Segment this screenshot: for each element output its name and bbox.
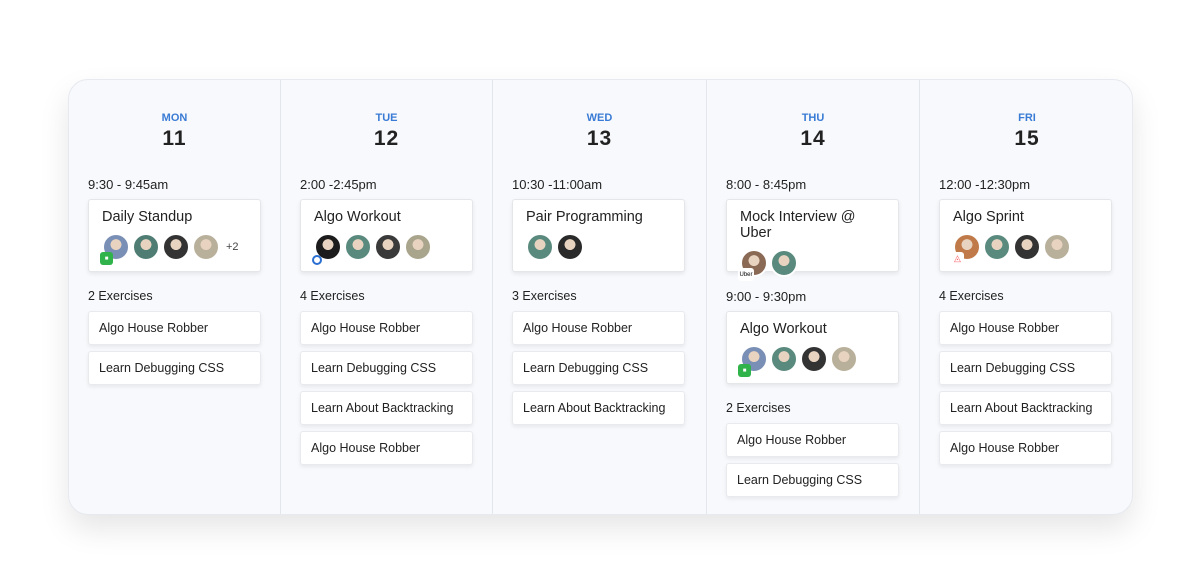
day-of-week: THU	[801, 112, 825, 124]
day-schedule: 2:00 -2:45pm Algo Workout 4 Exercises Algo …	[300, 177, 473, 471]
avatar[interactable]	[983, 233, 1011, 261]
day-number: 11	[162, 127, 187, 150]
avatar[interactable]: Uber	[738, 249, 768, 281]
avatar[interactable]	[770, 249, 798, 277]
exercises-count: 2 Exercises	[726, 401, 791, 415]
avatar[interactable]	[526, 233, 554, 261]
event-card[interactable]: Algo Sprint ◬	[939, 199, 1112, 272]
day-schedule: 8:00 - 8:45pm Mock Interview @ Uber Uber 9:…	[726, 177, 899, 503]
event-time: 9:30 - 9:45am	[88, 177, 169, 192]
event-card[interactable]: Algo Workout	[300, 199, 473, 272]
exercise-item[interactable]: Algo House Robber	[512, 311, 685, 345]
event-time: 12:00 -12:30pm	[939, 177, 1031, 192]
avatar[interactable]	[162, 233, 190, 261]
event-title: Algo Sprint	[953, 209, 1024, 225]
exercise-item[interactable]: Algo House Robber	[939, 311, 1112, 345]
week-calendar: MON 11 9:30 - 9:45am Daily Standup ■ +2 2 Exer…	[68, 79, 1133, 515]
event-title: Algo Workout	[740, 321, 827, 337]
exercises-count: 2 Exercises	[88, 289, 153, 303]
airbnb-logo-icon: ◬	[951, 252, 964, 265]
attendee-avatars	[312, 233, 459, 265]
exercise-item[interactable]: Algo House Robber	[726, 423, 899, 457]
day-column-fri: FRI 15 12:00 -12:30pm Algo Sprint ◬ 4 Exercis…	[920, 80, 1134, 514]
event-card[interactable]: Pair Programming	[512, 199, 685, 272]
day-column-tue: TUE 12 2:00 -2:45pm Algo Workout 4 Exercises…	[281, 80, 493, 514]
event-title: Pair Programming	[526, 209, 643, 225]
day-schedule: 9:30 - 9:45am Daily Standup ■ +2 2 Exercises…	[88, 177, 261, 391]
event-time: 9:00 - 9:30pm	[726, 289, 807, 304]
exercise-item[interactable]: Algo House Robber	[939, 431, 1112, 465]
more-attendees-count[interactable]: +2	[226, 241, 239, 253]
uber-logo-icon: Uber	[738, 268, 754, 281]
event-title: Mock Interview @ Uber	[740, 209, 856, 241]
exercise-item[interactable]: Learn Debugging CSS	[512, 351, 685, 385]
green-square-icon: ■	[738, 364, 751, 377]
event-card[interactable]: Algo Workout ■	[726, 311, 899, 384]
exercise-item[interactable]: Learn About Backtracking	[512, 391, 685, 425]
avatar[interactable]	[770, 345, 798, 373]
day-number: 15	[1014, 127, 1040, 150]
avatar[interactable]: ◬	[951, 233, 981, 265]
avatar[interactable]	[1043, 233, 1071, 261]
day-schedule: 10:30 -11:00am Pair Programming 3 Exercise…	[512, 177, 685, 431]
event-title: Algo Workout	[314, 209, 401, 225]
day-of-week: TUE	[375, 112, 398, 124]
day-of-week: MON	[161, 112, 188, 124]
exercise-item[interactable]: Algo House Robber	[88, 311, 261, 345]
day-column-thu: THU 14 8:00 - 8:45pm Mock Interview @ Uber U…	[707, 80, 920, 514]
blue-target-icon	[312, 255, 322, 265]
event-time: 2:00 -2:45pm	[300, 177, 377, 192]
attendee-avatars: ◬	[951, 233, 1098, 265]
exercises-count: 4 Exercises	[300, 289, 365, 303]
event-card[interactable]: Mock Interview @ Uber Uber	[726, 199, 899, 281]
avatar[interactable]	[374, 233, 402, 261]
exercise-item[interactable]: Learn Debugging CSS	[939, 351, 1112, 385]
avatar[interactable]: ■	[100, 233, 130, 265]
day-column-wed: WED 13 10:30 -11:00am Pair Programming 3 Exe…	[493, 80, 707, 514]
attendee-avatars	[526, 233, 671, 261]
day-of-week: FRI	[1018, 112, 1036, 124]
event-title: Daily Standup	[102, 209, 193, 225]
day-number: 13	[586, 127, 613, 150]
avatar[interactable]	[830, 345, 858, 373]
avatar[interactable]	[344, 233, 372, 261]
avatar[interactable]	[800, 345, 828, 373]
avatar[interactable]	[1013, 233, 1041, 261]
green-square-icon: ■	[100, 252, 113, 265]
exercises-count: 4 Exercises	[939, 289, 1004, 303]
avatar[interactable]	[192, 233, 220, 261]
avatar[interactable]	[404, 233, 432, 261]
event-time: 10:30 -11:00am	[512, 177, 603, 192]
exercises-count: 3 Exercises	[512, 289, 577, 303]
avatar[interactable]	[132, 233, 160, 261]
event-card[interactable]: Daily Standup ■ +2	[88, 199, 261, 272]
exercise-item[interactable]: Learn Debugging CSS	[300, 351, 473, 385]
attendee-avatars: ■ +2	[100, 233, 247, 265]
avatar[interactable]	[556, 233, 584, 261]
day-of-week: WED	[586, 112, 613, 124]
attendee-avatars: Uber	[738, 249, 885, 281]
exercise-item[interactable]: Learn About Backtracking	[939, 391, 1112, 425]
attendee-avatars: ■	[738, 345, 885, 377]
exercise-item[interactable]: Learn About Backtracking	[300, 391, 473, 425]
avatar[interactable]: ■	[738, 345, 768, 377]
exercise-item[interactable]: Algo House Robber	[300, 311, 473, 345]
exercise-item[interactable]: Learn Debugging CSS	[726, 463, 899, 497]
day-number: 14	[800, 127, 826, 150]
avatar[interactable]	[312, 233, 342, 265]
day-schedule: 12:00 -12:30pm Algo Sprint ◬ 4 Exercises Alg…	[939, 177, 1112, 471]
exercise-item[interactable]: Algo House Robber	[300, 431, 473, 465]
day-column-mon: MON 11 9:30 - 9:45am Daily Standup ■ +2 2 Exer…	[69, 80, 281, 514]
exercise-item[interactable]: Learn Debugging CSS	[88, 351, 261, 385]
event-time: 8:00 - 8:45pm	[726, 177, 807, 192]
day-number: 12	[373, 127, 400, 150]
